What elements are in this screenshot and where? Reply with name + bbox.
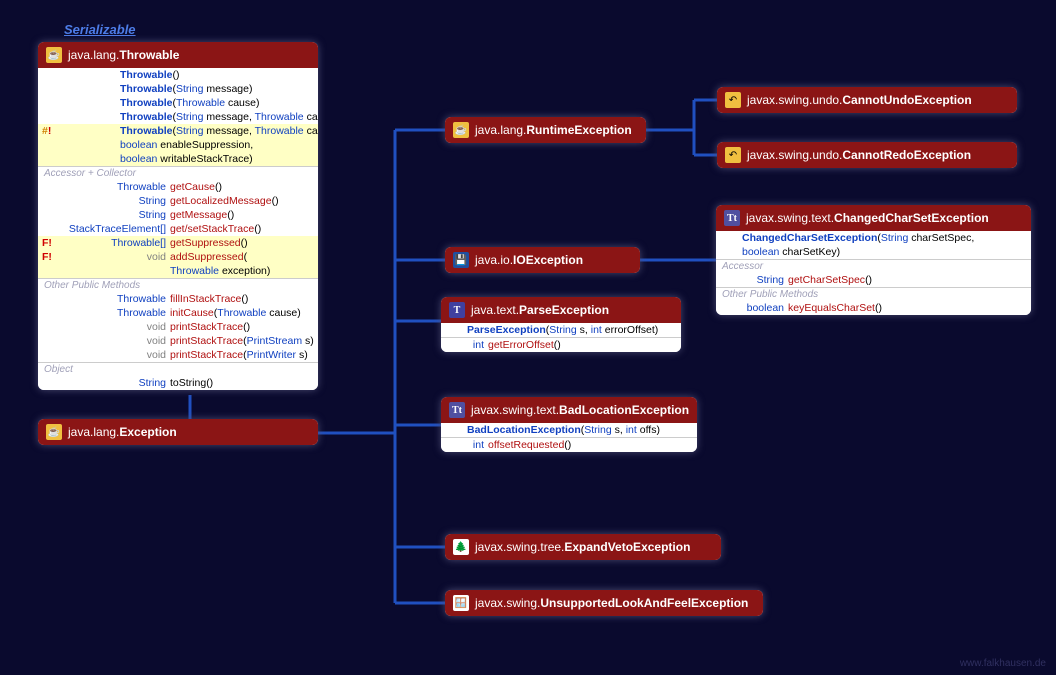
class-cannotredo: ↶ javax.swing.undo.CannotRedoException: [717, 142, 1017, 168]
method-row: ThrowablefillInStackTrace (): [38, 292, 318, 306]
window-icon: 🪟: [453, 595, 469, 611]
pkg-label: javax.swing.text.: [471, 403, 559, 417]
class-name: RuntimeException: [526, 123, 631, 137]
class-header-throwable: ☕ java.lang.Throwable: [38, 42, 318, 68]
constructor-row: ParseException (String s, int errorOffse…: [441, 323, 681, 337]
class-name: Throwable: [119, 48, 179, 62]
serializable-label: Serializable: [64, 22, 136, 37]
class-cannotundo: ↶ javax.swing.undo.CannotUndoException: [717, 87, 1017, 113]
pkg-label: javax.swing.undo.: [747, 93, 842, 107]
method-row: Throwable exception): [38, 264, 318, 278]
pkg-label: java.lang.: [68, 48, 119, 62]
class-name: ParseException: [519, 303, 609, 317]
disk-icon: 💾: [453, 252, 469, 268]
section-label: Other Public Methods: [716, 288, 1031, 301]
method-row: StringgetMessage (): [38, 208, 318, 222]
pkg-label: java.text.: [471, 303, 519, 317]
method-row: StringgetCharSetSpec (): [716, 273, 1031, 287]
text-icon: Tt: [449, 402, 465, 418]
constructor-row: ChangedCharSetException (String charSetS…: [716, 231, 1031, 245]
constructor-row: boolean enableSuppression,: [38, 138, 318, 152]
cup-icon: ☕: [453, 122, 469, 138]
section-label: Object: [38, 363, 318, 376]
constructor-row: Throwable (String message, Throwable cau…: [38, 110, 318, 124]
constructor-row: Throwable (Throwable cause): [38, 96, 318, 110]
method-row: ThrowableinitCause (Throwable cause): [38, 306, 318, 320]
method-row: booleankeyEqualsCharSet (): [716, 301, 1031, 315]
pkg-label: java.lang.: [68, 425, 119, 439]
class-runtimeexception: ☕ java.lang.RuntimeException: [445, 117, 646, 143]
class-parseexception: T java.text.ParseException ParseExceptio…: [441, 297, 681, 352]
constructor-row: #!Throwable (String message, Throwable c…: [38, 124, 318, 138]
text-icon: Tt: [724, 210, 740, 226]
method-row: intgetErrorOffset (): [441, 338, 681, 352]
section-label: Accessor + Collector: [38, 167, 318, 180]
class-unsupportedlookandfeel: 🪟 javax.swing.UnsupportedLookAndFeelExce…: [445, 590, 763, 616]
tree-icon: 🌲: [453, 539, 469, 555]
class-header-runtimeexception: ☕ java.lang.RuntimeException: [445, 117, 646, 143]
class-header-badlocationexception: Tt javax.swing.text.BadLocationException: [441, 397, 697, 423]
constructor-row: Throwable (): [38, 68, 318, 82]
method-row: ThrowablegetCause (): [38, 180, 318, 194]
section-label: Other Public Methods: [38, 279, 318, 292]
class-name: BadLocationException: [559, 403, 689, 417]
class-header-undo: ↶ javax.swing.undo.CannotUndoException: [717, 87, 1017, 113]
method-row: StringtoString (): [38, 376, 318, 390]
class-expandvetoexception: 🌲 javax.swing.tree.ExpandVetoException: [445, 534, 721, 560]
method-row: StackTraceElement[]get/setStackTrace (): [38, 222, 318, 236]
undo-icon: ↶: [725, 92, 741, 108]
class-name: CannotRedoException: [842, 148, 971, 162]
section-label: Accessor: [716, 260, 1031, 273]
class-ioexception: 💾 java.io.IOException: [445, 247, 640, 273]
class-changedcharset: Tt javax.swing.text.ChangedCharSetExcept…: [716, 205, 1031, 315]
class-exception: ☕ java.lang.Exception: [38, 419, 318, 445]
method-row: F!voidaddSuppressed (: [38, 250, 318, 264]
class-name: Exception: [119, 425, 176, 439]
class-header-redo: ↶ javax.swing.undo.CannotRedoException: [717, 142, 1017, 168]
footer-credit: www.falkhausen.de: [960, 658, 1046, 669]
constructor-row: boolean charSetKey): [716, 245, 1031, 259]
class-name: ExpandVetoException: [564, 540, 690, 554]
pkg-label: javax.swing.text.: [746, 211, 834, 225]
method-row: voidprintStackTrace (PrintStream s): [38, 334, 318, 348]
class-header-expandveto: 🌲 javax.swing.tree.ExpandVetoException: [445, 534, 721, 560]
pkg-label: javax.swing.undo.: [747, 148, 842, 162]
constructor-row: Throwable (String message): [38, 82, 318, 96]
pkg-label: javax.swing.: [475, 596, 540, 610]
class-name: ChangedCharSetException: [834, 211, 989, 225]
text-icon: T: [449, 302, 465, 318]
pkg-label: java.lang.: [475, 123, 526, 137]
class-name: CannotUndoException: [842, 93, 971, 107]
class-header-parseexception: T java.text.ParseException: [441, 297, 681, 323]
class-name: IOException: [513, 253, 583, 267]
constructor-row: BadLocationException (String s, int offs…: [441, 423, 697, 437]
method-row: intoffsetRequested (): [441, 438, 697, 452]
class-badlocationexception: Tt javax.swing.text.BadLocationException…: [441, 397, 697, 452]
method-row: voidprintStackTrace (PrintWriter s): [38, 348, 318, 362]
cup-icon: ☕: [46, 47, 62, 63]
class-header-unsupported: 🪟 javax.swing.UnsupportedLookAndFeelExce…: [445, 590, 763, 616]
method-row: F!Throwable[]getSuppressed (): [38, 236, 318, 250]
method-row: StringgetLocalizedMessage (): [38, 194, 318, 208]
method-row: voidprintStackTrace (): [38, 320, 318, 334]
constructor-row: boolean writableStackTrace): [38, 152, 318, 166]
class-header-ioexception: 💾 java.io.IOException: [445, 247, 640, 273]
pkg-label: javax.swing.tree.: [475, 540, 564, 554]
class-name: UnsupportedLookAndFeelException: [540, 596, 748, 610]
class-header-changed: Tt javax.swing.text.ChangedCharSetExcept…: [716, 205, 1031, 231]
pkg-label: java.io.: [475, 253, 513, 267]
class-header-exception: ☕ java.lang.Exception: [38, 419, 318, 445]
class-throwable: ☕ java.lang.Throwable Throwable ()Throwa…: [38, 42, 318, 390]
cup-icon: ☕: [46, 424, 62, 440]
redo-icon: ↶: [725, 147, 741, 163]
